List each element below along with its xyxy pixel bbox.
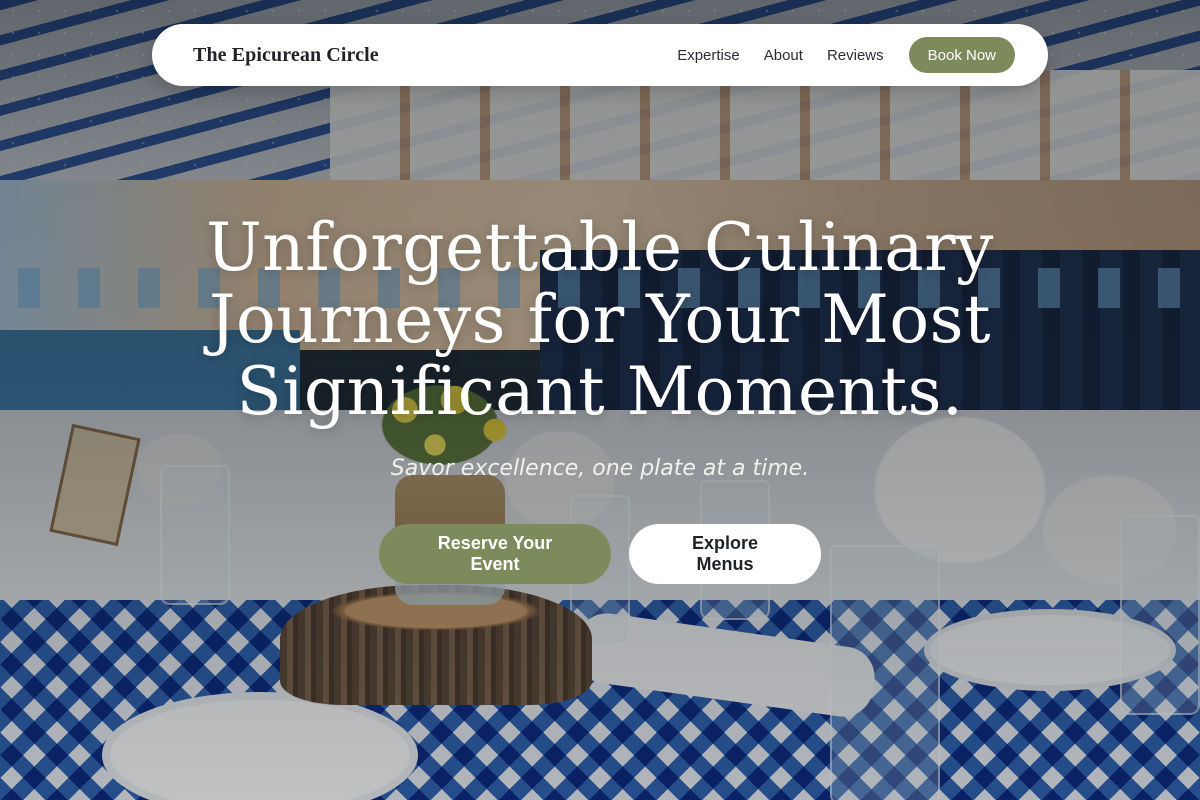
brand-logo-text[interactable]: The Epicurean Circle <box>193 44 379 67</box>
hero-actions: Reserve Your Event Explore Menus <box>0 524 1200 584</box>
hero-section: Unforgettable Culinary Journeys for Your… <box>0 212 1200 584</box>
nav-link-expertise[interactable]: Expertise <box>677 47 740 64</box>
nav-link-reviews[interactable]: Reviews <box>827 47 884 64</box>
hero-tagline: Savor excellence, one plate at a time. <box>390 456 810 481</box>
hero-headline: Unforgettable Culinary Journeys for Your… <box>206 209 994 430</box>
nav-link-about[interactable]: About <box>764 47 803 64</box>
book-now-button[interactable]: Book Now <box>908 37 1015 73</box>
nav-links: Expertise About Reviews Book Now <box>653 37 1015 73</box>
explore-menus-button[interactable]: Explore Menus <box>629 524 821 584</box>
top-navigation-bar: The Epicurean Circle Expertise About Rev… <box>152 24 1048 86</box>
reserve-event-button[interactable]: Reserve Your Event <box>379 524 611 584</box>
